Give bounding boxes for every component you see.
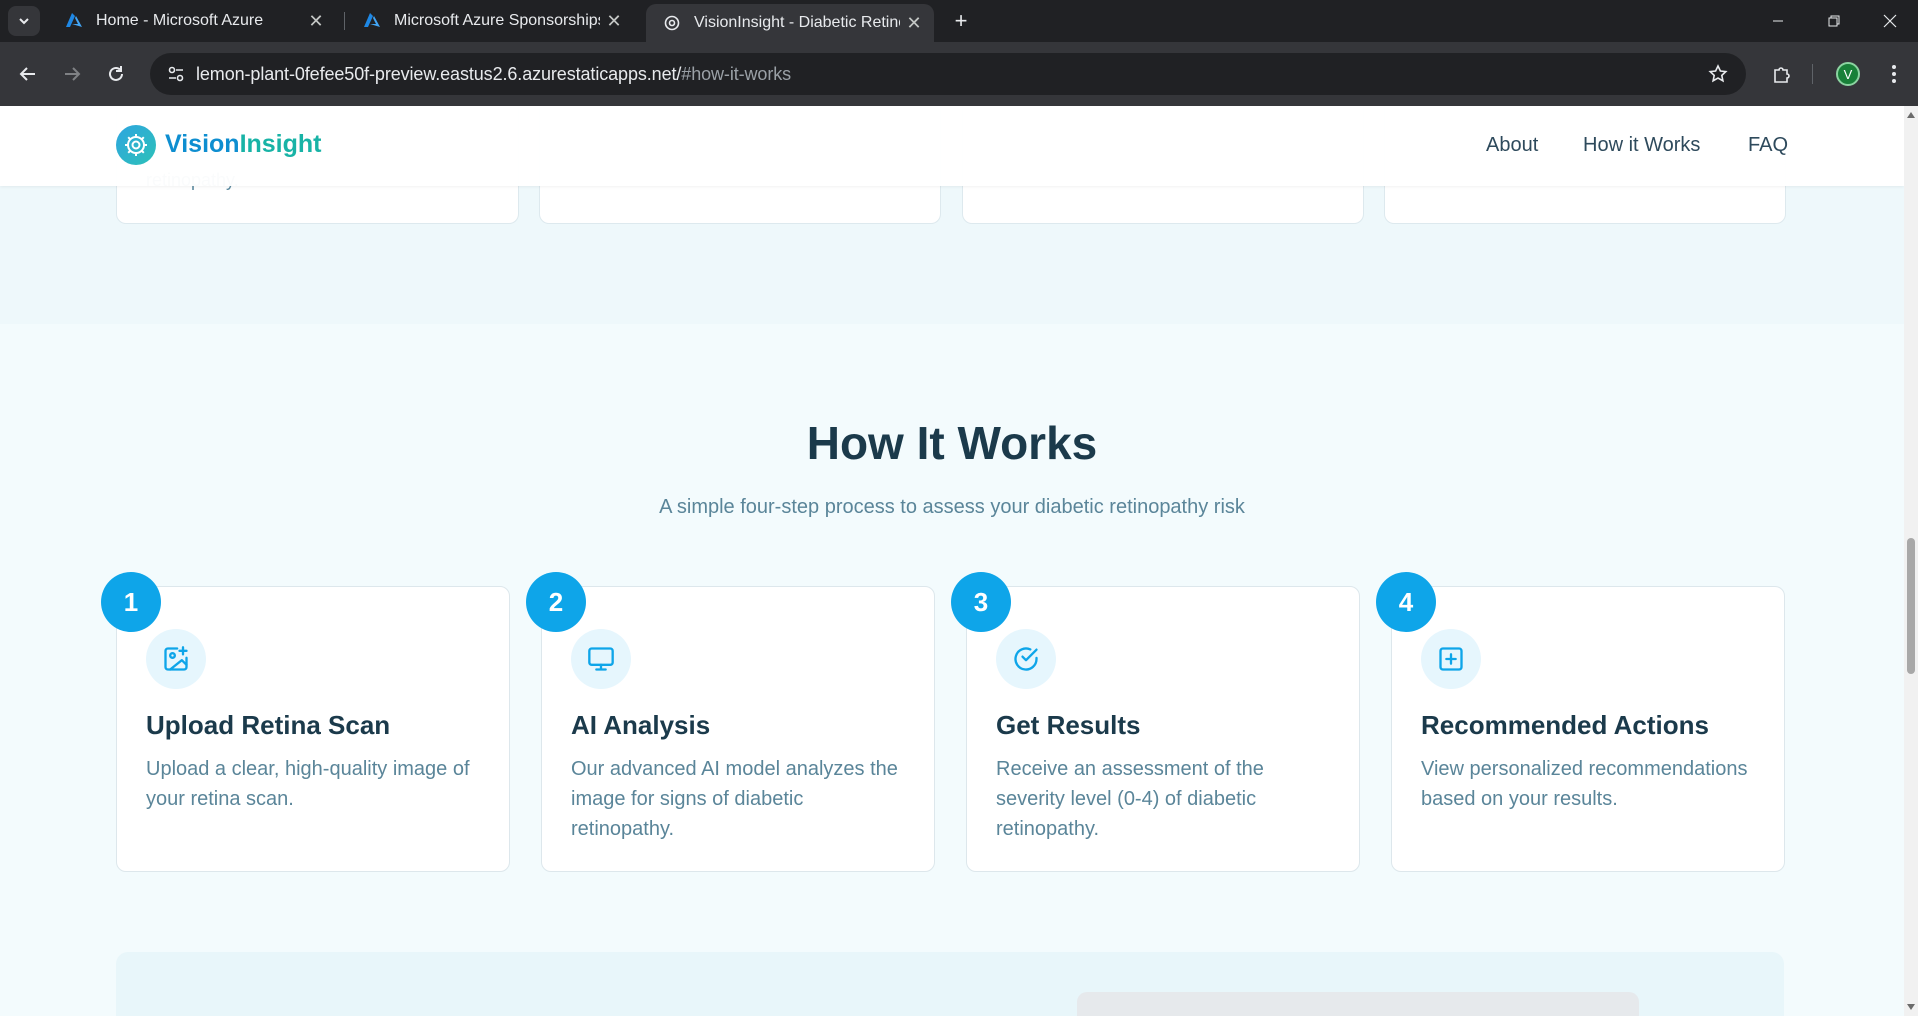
tab-title: Home - Microsoft Azure: [96, 12, 264, 29]
next-section-card: [1077, 992, 1639, 1016]
site-settings-icon[interactable]: [160, 58, 192, 90]
reload-button[interactable]: [100, 58, 132, 90]
puzzle-icon: [1774, 67, 1790, 83]
azure-icon: [362, 11, 382, 31]
forward-button[interactable]: [56, 58, 88, 90]
reload-icon: [109, 66, 123, 81]
chevron-down-icon: [19, 18, 29, 25]
nav-how-it-works[interactable]: How it Works: [1583, 134, 1700, 157]
step-description: Upload a clear, high-quality image of yo…: [146, 758, 470, 810]
close-icon[interactable]: ✕: [600, 7, 628, 35]
tab-home-azure[interactable]: Home - Microsoft Azure ✕: [48, 0, 336, 42]
scrollbar-thumb[interactable]: [1907, 538, 1915, 674]
azure-icon: [64, 11, 84, 31]
step-card-ai-analysis: AI Analysis Our advanced AI model analyz…: [541, 586, 935, 872]
nav-about[interactable]: About: [1486, 134, 1538, 157]
plus-square-icon: [1421, 629, 1481, 689]
arrow-right-icon: [65, 67, 81, 81]
section-subtitle: A simple four-step process to assess you…: [659, 496, 1245, 518]
step-card-upload: Upload Retina Scan Upload a clear, high-…: [116, 586, 510, 872]
step-number-badge: 3: [951, 572, 1011, 632]
tab-title: VisionInsight - Diabetic Retinop: [694, 14, 900, 31]
logo-gear-icon[interactable]: [116, 125, 156, 165]
step-number-badge: 1: [101, 572, 161, 632]
monitor-icon: [571, 629, 631, 689]
nav-faq[interactable]: FAQ: [1748, 134, 1788, 157]
url-text[interactable]: lemon-plant-0fefee50f-preview.eastus2.6.…: [196, 64, 791, 85]
scroll-down-arrow-icon[interactable]: [1907, 1004, 1915, 1010]
step-title: Upload Retina Scan: [146, 710, 391, 740]
step-number-badge: 2: [526, 572, 586, 632]
arrow-left-icon: [19, 67, 35, 81]
logo-text[interactable]: VisionInsight: [165, 130, 322, 159]
more-vertical-icon: [1892, 65, 1896, 83]
close-icon[interactable]: ✕: [900, 9, 928, 37]
step-description: Our advanced AI model analyzes the image…: [571, 758, 898, 840]
page-viewport: retinopathy. VisionInsight About How it …: [0, 106, 1904, 1016]
toolbar-separator: [1812, 64, 1813, 84]
new-tab-button[interactable]: +: [946, 6, 976, 36]
minimize-icon: [1773, 20, 1783, 22]
step-description: Receive an assessment of the severity le…: [996, 758, 1264, 840]
url-path: #how-it-works: [681, 64, 792, 84]
tab-azure-sponsorships[interactable]: Microsoft Azure Sponsorships | ✕: [346, 0, 634, 42]
bookmark-star-icon[interactable]: [1702, 58, 1734, 90]
browser-menu-button[interactable]: [1878, 58, 1910, 90]
step-number-badge: 4: [1376, 572, 1436, 632]
page-scrollbar[interactable]: [1904, 106, 1918, 1016]
scroll-up-arrow-icon[interactable]: [1907, 112, 1915, 118]
back-button[interactable]: [12, 58, 44, 90]
browser-toolbar: lemon-plant-0fefee50f-preview.eastus2.6.…: [0, 42, 1918, 106]
restore-icon: [1828, 15, 1840, 27]
url-host: lemon-plant-0fefee50f-preview.eastus2.6.…: [196, 64, 682, 84]
tab-search-button[interactable]: [8, 6, 40, 36]
tab-separator: [344, 12, 345, 30]
profile-avatar[interactable]: V: [1836, 62, 1860, 86]
restore-button[interactable]: [1806, 0, 1862, 42]
check-circle-icon: [996, 629, 1056, 689]
browser-tab-bar: Home - Microsoft Azure ✕ Microsoft Azure…: [0, 0, 1918, 42]
address-bar[interactable]: lemon-plant-0fefee50f-preview.eastus2.6.…: [150, 53, 1746, 95]
step-card-get-results: Get Results Receive an assessment of the…: [966, 586, 1360, 872]
tab-title: Microsoft Azure Sponsorships |: [394, 12, 600, 29]
image-plus-icon: [146, 629, 206, 689]
site-header: VisionInsight About How it Works FAQ: [0, 106, 1904, 186]
gear-icon: [662, 13, 682, 33]
close-icon: [1883, 14, 1897, 28]
step-title: Get Results: [996, 710, 1141, 740]
extensions-button[interactable]: [1766, 58, 1798, 90]
step-card-recommended-actions: Recommended Actions View personalized re…: [1391, 586, 1785, 872]
minimize-button[interactable]: [1750, 0, 1806, 42]
step-description: View personalized recommendations based …: [1421, 758, 1748, 810]
section-title: How It Works: [806, 417, 1098, 469]
step-title: AI Analysis: [571, 710, 711, 740]
close-icon[interactable]: ✕: [302, 7, 330, 35]
tab-visioninsight[interactable]: VisionInsight - Diabetic Retinop ✕: [646, 4, 934, 42]
step-title: Recommended Actions: [1421, 710, 1709, 740]
logo-vision: Vision: [165, 130, 240, 158]
close-window-button[interactable]: [1862, 0, 1918, 42]
logo-insight: Insight: [239, 130, 322, 158]
